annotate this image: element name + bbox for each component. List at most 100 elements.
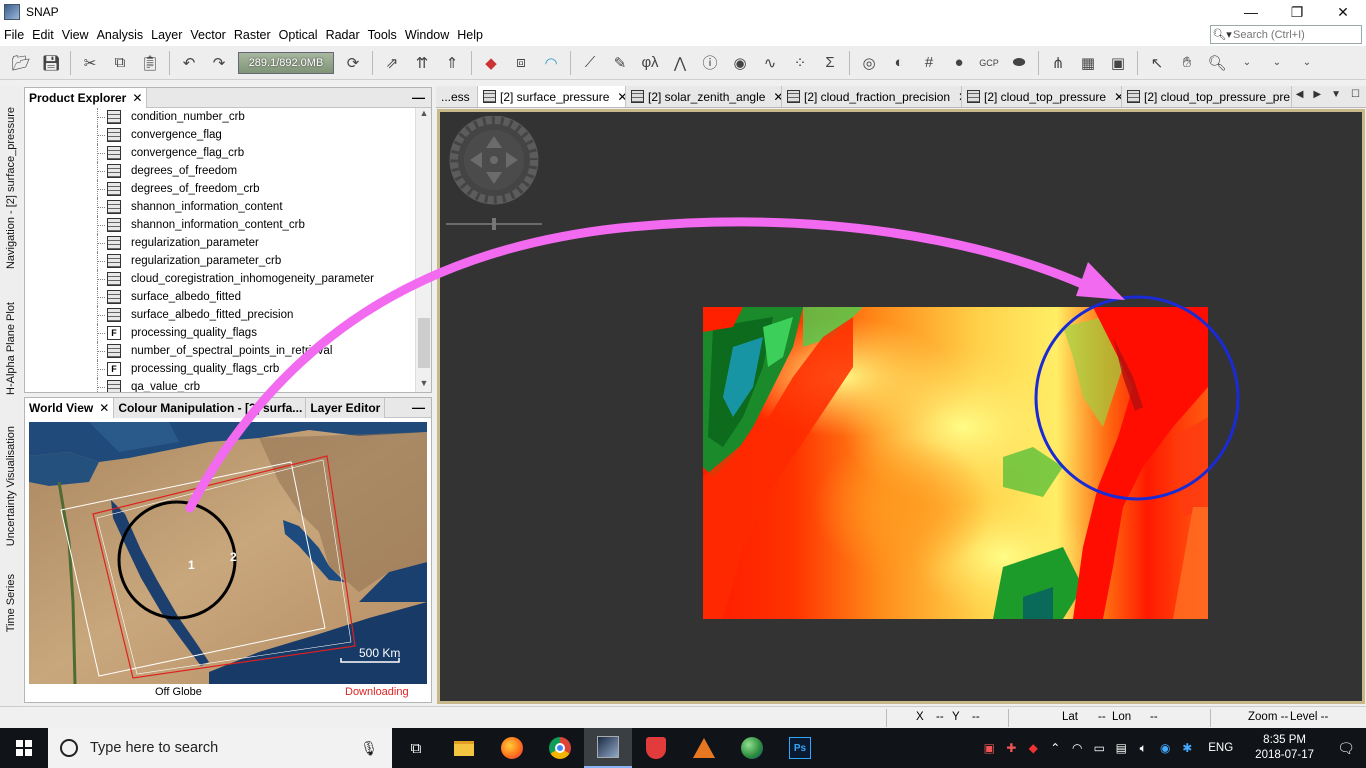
pan-tool-icon[interactable]: ✋︎ xyxy=(1174,50,1200,76)
spectrum-icon[interactable]: φλ xyxy=(637,50,663,76)
sidetab-time-series[interactable]: Time Series xyxy=(0,568,22,638)
cut-icon[interactable]: ✂ xyxy=(77,50,103,76)
tray-app-icon[interactable]: ▣ xyxy=(978,741,1000,755)
tree-item[interactable]: convergence_flag xyxy=(25,126,417,144)
tab-colour-manipulation[interactable]: Colour Manipulation - [2] surfa... xyxy=(114,397,307,418)
rgb-image-icon[interactable]: ◆ xyxy=(478,50,504,76)
tab-cloud-fraction-precision[interactable]: [2] cloud_fraction_precision ✕ xyxy=(782,86,962,107)
wave-icon[interactable]: ◠ xyxy=(538,50,564,76)
sidetab-uncertainty[interactable]: Uncertainty Visualisation xyxy=(0,416,22,556)
matrix-icon[interactable]: ▦ xyxy=(1075,50,1101,76)
chevron-down-icon[interactable]: ⌄ xyxy=(1234,50,1260,76)
toolbar-overflow-icon[interactable]: ⌄ xyxy=(1264,50,1290,76)
menu-optical[interactable]: Optical xyxy=(275,24,322,46)
product-library-icon[interactable]: ⧈ xyxy=(508,50,534,76)
close-icon[interactable]: ✕ xyxy=(617,90,625,104)
tab-world-view[interactable]: World View ✕ xyxy=(25,397,115,418)
redo-icon[interactable]: ↷ xyxy=(206,50,232,76)
tray-shield-icon[interactable]: ◆ xyxy=(1022,741,1044,755)
image-view[interactable] xyxy=(437,109,1365,704)
copy-icon[interactable]: ⧉ xyxy=(107,50,133,76)
tree-item[interactable]: regularization_parameter_crb xyxy=(25,252,417,270)
file-explorer-icon[interactable] xyxy=(440,728,488,768)
world-map-icon[interactable]: ⬬ xyxy=(1006,50,1032,76)
information-icon[interactable]: ⓘ xyxy=(697,50,723,76)
snap-app-icon[interactable] xyxy=(584,728,632,768)
tray-app-icon-2[interactable]: ✚ xyxy=(1000,741,1022,755)
menu-radar[interactable]: Radar xyxy=(322,24,364,46)
sidetab-h-alpha[interactable]: H-Alpha Plane Plot xyxy=(0,298,22,398)
tree-item[interactable]: degrees_of_freedom_crb xyxy=(25,180,417,198)
chrome-icon[interactable] xyxy=(536,728,584,768)
tab-cloud-top-pressure-precision[interactable]: [2] cloud_top_pressure_pre... xyxy=(1122,86,1292,107)
tree-item[interactable]: regularization_parameter xyxy=(25,234,417,252)
vertical-scrollbar[interactable]: ▲ ▼ xyxy=(415,108,431,392)
memory-indicator[interactable]: 289.1/892.0MB xyxy=(238,51,334,74)
tree-item[interactable]: shannon_information_content_crb xyxy=(25,216,417,234)
globe-app-icon[interactable] xyxy=(728,728,776,768)
pin-manager-icon[interactable]: ✎ xyxy=(607,50,633,76)
menu-layer[interactable]: Layer xyxy=(147,24,186,46)
tree-item[interactable]: qa_value_crb xyxy=(25,378,417,392)
close-icon[interactable]: ✕ xyxy=(99,401,109,415)
geo-coding-icon[interactable]: ◉ xyxy=(727,50,753,76)
display-icon[interactable]: ▣ xyxy=(1105,50,1131,76)
clock[interactable]: 8:35 PM 2018-07-17 xyxy=(1255,733,1314,763)
scatter-plot-icon[interactable]: ⁘ xyxy=(787,50,813,76)
import-icon[interactable]: ⇑ xyxy=(439,50,465,76)
grid-icon[interactable]: # xyxy=(916,50,942,76)
menu-file[interactable]: File xyxy=(0,24,28,46)
minimize-panel-button[interactable]: — xyxy=(412,90,425,105)
tree-item[interactable]: degrees_of_freedom xyxy=(25,162,417,180)
tree-item[interactable]: cloud_coregistration_inhomogeneity_param… xyxy=(25,270,417,288)
tab-next-icon[interactable]: ▶ xyxy=(1313,89,1321,100)
language-indicator[interactable]: ENG xyxy=(1208,742,1233,754)
menu-raster[interactable]: Raster xyxy=(230,24,275,46)
wifi-icon[interactable]: ◠ xyxy=(1066,741,1088,755)
tree-item[interactable]: convergence_flag_crb xyxy=(25,144,417,162)
time-series-icon[interactable]: ∿ xyxy=(757,50,783,76)
tree-item[interactable]: Fprocessing_quality_flags_crb xyxy=(25,360,417,378)
menu-analysis[interactable]: Analysis xyxy=(93,24,148,46)
microphone-icon[interactable]: 🎙︎ xyxy=(360,740,378,757)
firefox-icon[interactable] xyxy=(488,728,536,768)
mask-manager-icon[interactable]: ◎ xyxy=(856,50,882,76)
battery-icon[interactable]: ▭ xyxy=(1088,741,1110,755)
tab-solar-zenith-angle[interactable]: [2] solar_zenith_angle ✕ xyxy=(626,86,782,107)
close-icon[interactable]: ✕ xyxy=(132,91,142,105)
minimize-panel-button[interactable]: — xyxy=(412,400,425,415)
volume-icon[interactable]: 🔈︎ xyxy=(1132,741,1154,756)
network-icon[interactable]: ▤ xyxy=(1110,741,1132,755)
menu-view[interactable]: View xyxy=(58,24,93,46)
scroll-down-icon[interactable]: ▼ xyxy=(416,378,432,392)
world-map-view[interactable]: 1 2 500 Km xyxy=(29,422,427,684)
select-tool-icon[interactable]: ↖ xyxy=(1144,50,1170,76)
menu-tools[interactable]: Tools xyxy=(364,24,401,46)
tray-icon-blue[interactable]: ◉ xyxy=(1154,741,1176,755)
gcp-icon[interactable]: GCP xyxy=(976,50,1002,76)
scroll-up-icon[interactable]: ▲ xyxy=(416,108,432,122)
batch-processing-icon[interactable]: ⇈ xyxy=(409,50,435,76)
tab-layer-editor[interactable]: Layer Editor xyxy=(306,397,386,418)
save-icon[interactable]: 💾︎ xyxy=(38,50,64,76)
search-box[interactable]: 🔍︎▾ xyxy=(1210,25,1362,44)
menu-help[interactable]: Help xyxy=(453,24,487,46)
photoshop-icon[interactable]: Ps xyxy=(776,728,824,768)
close-button[interactable]: ✕ xyxy=(1320,0,1366,24)
scroll-thumb[interactable] xyxy=(418,318,430,368)
tree-item[interactable]: Fprocessing_quality_flags xyxy=(25,324,417,342)
shield-app-icon[interactable] xyxy=(632,728,680,768)
menu-window[interactable]: Window xyxy=(401,24,453,46)
tree-item[interactable]: number_of_spectral_points_in_retrieval xyxy=(25,342,417,360)
tree-item[interactable]: shannon_information_content xyxy=(25,198,417,216)
tab-list-icon[interactable]: ▼ xyxy=(1331,89,1341,100)
search-input[interactable] xyxy=(1233,28,1357,41)
minimize-button[interactable]: — xyxy=(1228,0,1274,24)
garbage-collect-icon[interactable]: ⟳ xyxy=(340,50,366,76)
toolbar-overflow-icon-2[interactable]: ⌄ xyxy=(1294,50,1320,76)
tree-item[interactable]: condition_number_crb xyxy=(25,108,417,126)
close-icon[interactable]: ✕ xyxy=(1114,90,1121,104)
tab-product-explorer[interactable]: Product Explorer ✕ xyxy=(25,87,148,108)
statistics-icon[interactable]: Σ xyxy=(817,50,843,76)
maximize-icon[interactable]: ☐ xyxy=(1351,89,1360,100)
